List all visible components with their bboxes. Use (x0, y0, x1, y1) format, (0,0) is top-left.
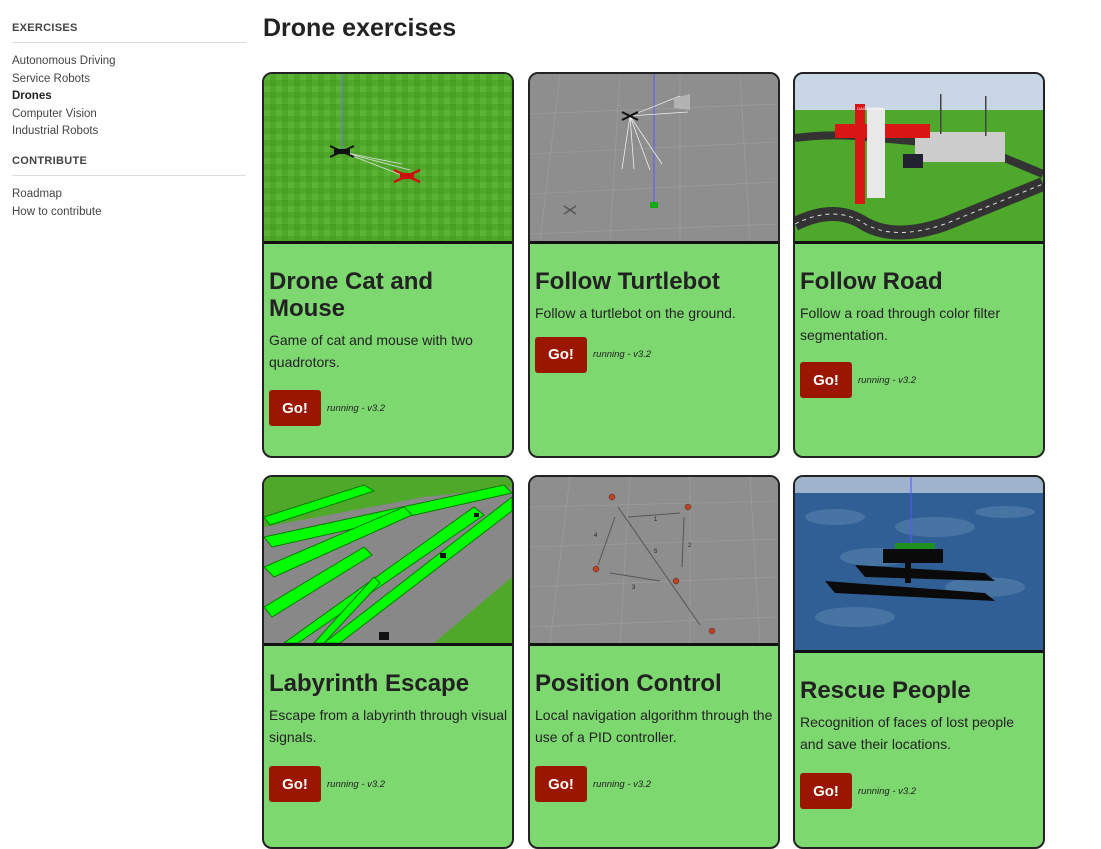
card-title: Follow Road (800, 268, 943, 295)
exercise-card-rescue-people: Rescue People Recognition of faces of lo… (793, 475, 1045, 849)
card-actions: Go! running - v3.2 (800, 362, 1039, 398)
go-button[interactable]: Go! (269, 390, 321, 426)
signal-marker (440, 553, 446, 558)
sidebar: EXERCISES Autonomous Driving Service Rob… (12, 22, 246, 235)
sidebar-exercises-list: Autonomous Driving Service Robots Drones… (12, 53, 246, 141)
sidebar-contribute-list: Roadmap How to contribute (12, 186, 246, 221)
follow-road-thumbnail: GAS STATION (795, 74, 1043, 244)
status-text: running - v3.2 (327, 778, 386, 790)
signal-marker (474, 513, 479, 517)
follow-turtlebot-thumbnail (530, 74, 778, 244)
card-description: Follow a turtlebot on the ground. (535, 305, 736, 321)
card-actions: Go! running - v3.2 (269, 390, 508, 426)
car-icon (903, 154, 923, 168)
go-button[interactable]: Go! (535, 766, 587, 802)
card-description: Game of cat and mouse with two quadrotor… (269, 332, 473, 370)
gas-station-sign: GAS STATION (857, 106, 883, 111)
turtlebot-icon (650, 202, 658, 208)
sidebar-item-drones[interactable]: Drones (12, 88, 246, 106)
card-actions: Go! running - v3.2 (535, 766, 774, 802)
exercise-card-position-control: 1 2 3 4 5 Position Control Local navigat… (528, 475, 780, 849)
sidebar-item-service-robots[interactable]: Service Robots (12, 71, 246, 89)
rescue-people-thumbnail (795, 477, 1043, 653)
position-control-thumbnail: 1 2 3 4 5 (530, 477, 778, 646)
labyrinth-thumbnail (264, 477, 512, 646)
status-text: running - v3.2 (327, 402, 386, 414)
exercise-card-drone-cat-mouse: Drone Cat and Mouse Game of cat and mous… (262, 72, 514, 458)
card-title: Position Control (535, 670, 722, 697)
sidebar-heading-exercises: EXERCISES (12, 22, 246, 43)
exercise-card-follow-turtlebot: Follow Turtlebot Follow a turtlebot on t… (528, 72, 780, 458)
sidebar-item-autonomous-driving[interactable]: Autonomous Driving (12, 53, 246, 71)
go-button[interactable]: Go! (269, 766, 321, 802)
status-text: running - v3.2 (593, 778, 652, 790)
sidebar-item-how-to-contribute[interactable]: How to contribute (12, 204, 246, 222)
card-description: Recognition of faces of lost people and … (800, 714, 1015, 752)
card-description: Local navigation algorithm through the u… (535, 707, 773, 745)
card-description: Follow a road through color filter segme… (800, 305, 1000, 343)
sidebar-item-industrial-robots[interactable]: Industrial Robots (12, 123, 246, 141)
sidebar-item-roadmap[interactable]: Roadmap (12, 186, 246, 204)
card-title: Rescue People (800, 677, 971, 704)
exercise-card-labyrinth-escape: Labyrinth Escape Escape from a labyrinth… (262, 475, 514, 849)
status-text: running - v3.2 (858, 785, 917, 797)
sidebar-item-computer-vision[interactable]: Computer Vision (12, 106, 246, 124)
go-button[interactable]: Go! (800, 773, 852, 809)
status-text: running - v3.2 (858, 374, 917, 386)
card-title: Follow Turtlebot (535, 268, 720, 295)
card-title: Labyrinth Escape (269, 670, 470, 697)
card-actions: Go! running - v3.2 (269, 766, 508, 802)
card-actions: Go! running - v3.2 (535, 336, 774, 373)
card-title: Drone Cat and Mouse (269, 268, 434, 322)
card-description: Escape from a labyrinth through visual s… (269, 707, 508, 745)
sidebar-heading-contribute: CONTRIBUTE (12, 155, 246, 176)
drone-cat-mouse-thumbnail (264, 74, 512, 244)
page-title: Drone exercises (263, 14, 457, 42)
go-button[interactable]: Go! (535, 336, 587, 373)
drone-icon (379, 632, 389, 640)
card-actions: Go! running - v3.2 (800, 773, 1039, 809)
status-text: running - v3.2 (593, 349, 652, 360)
exercise-card-follow-road: GAS STATION Follow Road Follow a road th… (793, 72, 1045, 458)
go-button[interactable]: Go! (800, 362, 852, 398)
